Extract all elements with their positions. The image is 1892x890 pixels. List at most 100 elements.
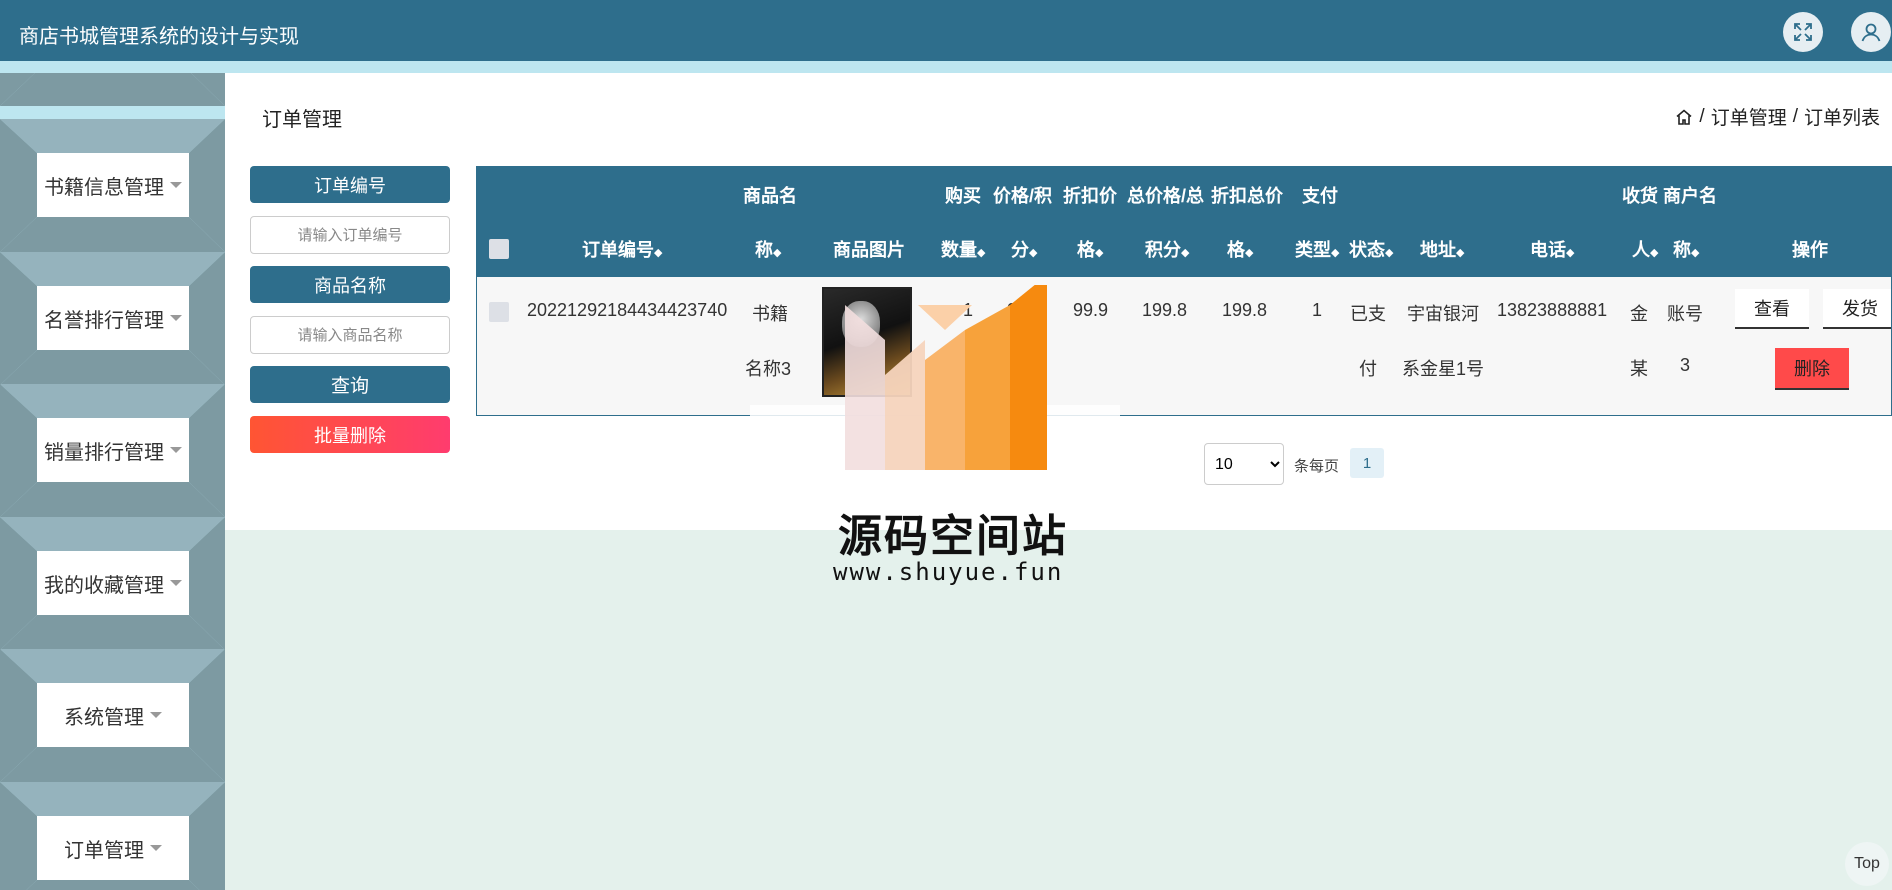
header-order-no[interactable]: 订单编号◆ [582, 236, 662, 262]
header-text: 订单编号 [582, 240, 654, 260]
sort-icon: ◆ [1095, 247, 1104, 259]
query-button[interactable]: 查询 [250, 366, 450, 403]
product-name-label: 商品名称 [250, 266, 450, 303]
breadcrumb: / 订单管理 / 订单列表 [1675, 103, 1880, 130]
sort-icon: ◆ [1691, 247, 1700, 259]
watermark-title: 源码空间站 [838, 511, 1068, 562]
cell-merchant: 账号 [1667, 304, 1703, 324]
table-row [477, 277, 1891, 415]
header-receiver-top: 收货 [1622, 186, 1658, 206]
header-pay-type[interactable]: 类型◆ [1295, 236, 1339, 262]
header-text: 地址 [1420, 240, 1456, 260]
sidebar-item-label: 我的收藏管理 [37, 551, 189, 615]
cell-address: 宇宙银河 [1407, 304, 1479, 324]
orders-table: 订单编号◆ 商品名 称◆ 商品图片 购买 数量◆ 价格/积 分◆ 折扣价 格◆ … [476, 166, 1892, 416]
header-text: 称 [1673, 240, 1691, 260]
sort-icon: ◆ [773, 247, 782, 259]
ship-button[interactable]: 发货 [1823, 289, 1891, 329]
user-icon [1861, 23, 1881, 42]
per-page-label: 条每页 [1294, 458, 1340, 475]
sidebar-item-system[interactable]: 系统管理 [0, 649, 225, 782]
header-price-top: 价格/积 [993, 186, 1053, 206]
sort-icon: ◆ [1331, 247, 1340, 259]
table-header: 订单编号◆ 商品名 称◆ 商品图片 购买 数量◆ 价格/积 分◆ 折扣价 格◆ … [477, 167, 1891, 277]
header-discount-total[interactable]: 格◆ [1227, 236, 1253, 262]
sort-icon: ◆ [654, 247, 663, 259]
sidebar-item-favorites[interactable]: 我的收藏管理 [0, 517, 225, 650]
sidebar-item-label: 订单管理 [37, 816, 189, 880]
caret-down-icon [170, 315, 182, 321]
sidebar-item-partial [0, 73, 225, 106]
header-product-name[interactable]: 称◆ [755, 236, 781, 262]
sort-icon: ◆ [1456, 247, 1465, 259]
sort-icon: ◆ [1566, 247, 1575, 259]
header-product-image: 商品图片 [833, 240, 905, 260]
header-text: 类型 [1295, 240, 1331, 260]
sort-icon: ◆ [1385, 247, 1394, 259]
cell-status-2: 付 [1359, 359, 1377, 379]
header-text: 积分 [1145, 240, 1181, 260]
header-discount-price-top: 折扣价 [1063, 186, 1117, 206]
header-address[interactable]: 地址◆ [1420, 236, 1464, 262]
row-checkbox[interactable] [489, 302, 509, 322]
cell-total: 199.8 [1142, 300, 1188, 320]
expand-icon [1794, 23, 1812, 41]
header-status[interactable]: 状态◆ [1349, 236, 1393, 262]
cell-status: 已支 [1350, 304, 1386, 324]
sort-icon: ◆ [1181, 247, 1190, 259]
watermark-url: www.shuyue.fun [833, 558, 1064, 586]
cell-discount-total: 199.8 [1222, 300, 1268, 320]
header-discount-total-top: 折扣总价 [1211, 186, 1283, 206]
header-receiver[interactable]: 人◆ [1632, 236, 1658, 262]
header-discount-price[interactable]: 格◆ [1077, 236, 1103, 262]
header-qty[interactable]: 数量◆ [941, 236, 985, 262]
breadcrumb-item: 订单列表 [1803, 108, 1880, 129]
caret-down-icon [150, 845, 162, 851]
watermark-logo [750, 285, 1120, 480]
order-no-label: 订单编号 [250, 166, 450, 203]
header-product-name-top: 商品名 [743, 186, 797, 206]
sidebar-item-label: 书籍信息管理 [37, 153, 189, 217]
sidebar-item-orders[interactable]: 订单管理 [0, 782, 225, 890]
sidebar-item-text: 订单管理 [64, 839, 144, 862]
back-to-top-button[interactable]: Top [1845, 842, 1889, 886]
cell-address-2: 系金星1号 [1402, 359, 1485, 379]
sidebar: 书籍信息管理 名誉排行管理 销量排行管理 我的收藏管理 系统管理 订单管理 [0, 73, 225, 890]
header-total[interactable]: 积分◆ [1145, 236, 1189, 262]
sidebar-item-sales-rank[interactable]: 销量排行管理 [0, 384, 225, 517]
breadcrumb-item[interactable]: 订单管理 [1711, 103, 1787, 130]
page-number[interactable]: 1 [1350, 448, 1384, 478]
view-button[interactable]: 查看 [1735, 289, 1809, 329]
header-pay-type-top: 支付 [1302, 186, 1338, 206]
sidebar-item-reputation-rank[interactable]: 名誉排行管理 [0, 252, 225, 385]
top-bar: 商店书城管理系统的设计与实现 [0, 0, 1892, 61]
home-icon[interactable] [1675, 108, 1693, 126]
header-phone[interactable]: 电话◆ [1530, 236, 1574, 262]
delete-button[interactable]: 删除 [1775, 348, 1849, 390]
sort-icon: ◆ [1029, 247, 1038, 259]
app-title: 商店书城管理系统的设计与实现 [19, 24, 299, 48]
breadcrumb-separator: / [1699, 105, 1705, 127]
header-actions: 操作 [1792, 240, 1828, 260]
header-total-top: 总价格/总 [1127, 186, 1205, 206]
cell-pay-type: 1 [1312, 300, 1323, 320]
order-no-input[interactable] [250, 216, 450, 254]
cell-merchant-2: 3 [1680, 355, 1691, 375]
header-price[interactable]: 分◆ [1011, 236, 1037, 262]
sidebar-item-text: 系统管理 [64, 706, 144, 729]
product-name-input[interactable] [250, 316, 450, 354]
user-button[interactable] [1851, 12, 1891, 52]
sidebar-item-book-info[interactable]: 书籍信息管理 [0, 119, 225, 252]
caret-down-icon [170, 182, 182, 188]
header-text: 人 [1632, 240, 1650, 260]
batch-delete-button[interactable]: 批量删除 [250, 416, 450, 453]
sidebar-item-text: 我的收藏管理 [44, 574, 164, 597]
header-text: 格 [1227, 240, 1245, 260]
fullscreen-button[interactable] [1783, 12, 1823, 52]
sidebar-item-text: 书籍信息管理 [44, 176, 164, 199]
sidebar-bevel [0, 73, 225, 106]
header-merchant[interactable]: 称◆ [1673, 236, 1699, 262]
page-size-select[interactable]: 10 [1204, 443, 1284, 485]
select-all-checkbox[interactable] [489, 239, 509, 259]
header-merchant-top: 商户名 [1663, 186, 1717, 206]
